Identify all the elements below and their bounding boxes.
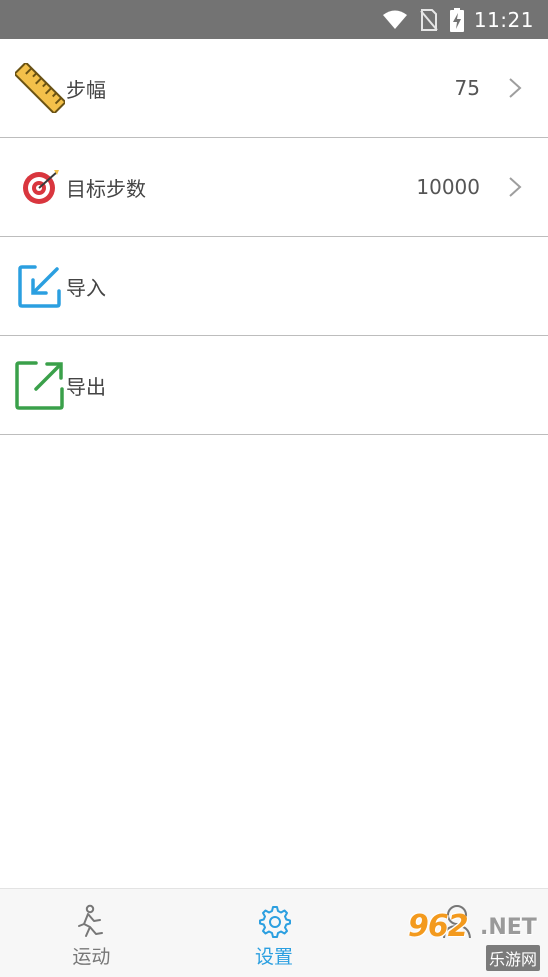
chevron-right-icon — [508, 176, 522, 198]
nav-item-settings[interactable]: 设置 — [183, 889, 366, 977]
setting-label-import: 导入 — [66, 275, 106, 300]
setting-row-stride[interactable]: 步幅 75 — [0, 39, 548, 138]
watermark-logo: 962 .NET 乐游网 — [404, 909, 544, 973]
nav-label-settings: 设置 — [255, 946, 294, 968]
setting-label-stride: 步幅 — [66, 77, 106, 102]
watermark-suffix: .NET — [480, 915, 537, 940]
import-icon — [14, 260, 66, 312]
status-time: 11:21 — [473, 7, 534, 32]
settings-list: 步幅 75 目标步数 10000 导入 导出 — [0, 39, 548, 435]
nav-item-exercise[interactable]: 运动 — [0, 889, 183, 977]
watermark-subtitle: 乐游网 — [486, 945, 541, 971]
running-person-icon — [74, 904, 108, 938]
ruler-icon — [14, 62, 66, 114]
setting-row-target-steps[interactable]: 目标步数 10000 — [0, 138, 548, 237]
chevron-right-icon — [508, 77, 522, 99]
setting-row-export[interactable]: 导出 — [0, 336, 548, 435]
setting-value-stride: 75 — [454, 76, 480, 100]
setting-label-export: 导出 — [66, 374, 106, 399]
target-icon — [14, 161, 66, 213]
watermark-brand: 962 — [408, 909, 469, 944]
status-bar: 11:21 — [0, 0, 548, 39]
gear-icon — [257, 904, 291, 938]
setting-value-target-steps: 10000 — [416, 175, 480, 199]
no-sim-icon — [420, 8, 438, 31]
nav-label-exercise: 运动 — [72, 946, 111, 968]
battery-charging-icon — [449, 7, 464, 32]
export-icon — [14, 359, 66, 411]
wifi-icon — [382, 10, 408, 30]
setting-label-target-steps: 目标步数 — [66, 176, 146, 201]
setting-row-import[interactable]: 导入 — [0, 237, 548, 336]
